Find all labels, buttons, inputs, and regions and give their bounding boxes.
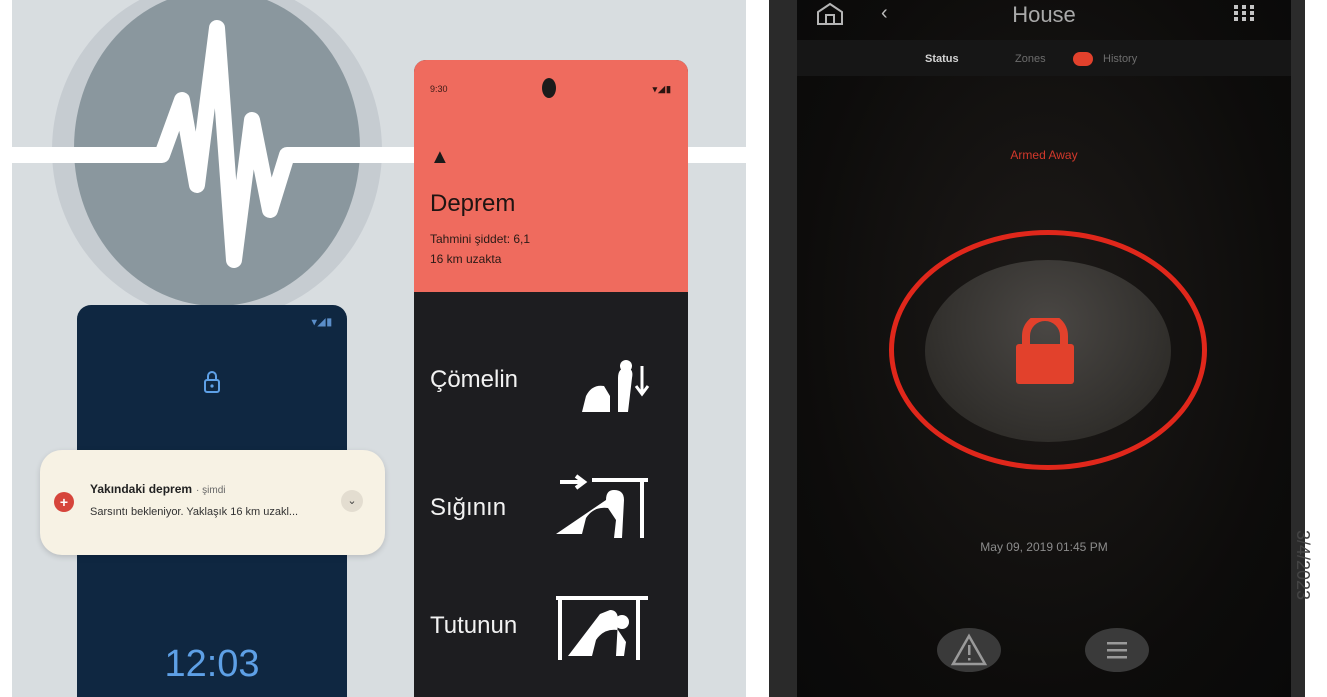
slide-date: 3/4/2023: [1293, 530, 1327, 640]
notification-body: Sarsıntı bekleniyor. Yaklaşık 16 km uzak…: [90, 506, 299, 518]
slide-date-text: 3/4/2023: [1293, 530, 1313, 601]
crouch-icon: [556, 360, 650, 412]
page-title: House: [1012, 2, 1076, 27]
notification-title: Yakındaki deprem: [90, 482, 193, 496]
status-bar-icons: ▾◢▮: [652, 84, 672, 94]
lock-icon: [204, 371, 220, 393]
notification-header: Yakındaki deprem · şimdi: [90, 482, 226, 496]
warning-icon: [950, 633, 988, 666]
front-camera: [542, 78, 556, 98]
security-app-screen: ‹ House Status Zones History Armed Away …: [797, 0, 1291, 697]
notification-time: · şimdi: [196, 485, 226, 496]
tab-zones[interactable]: Zones: [1015, 53, 1046, 65]
tab-history[interactable]: History: [1103, 53, 1137, 65]
tab-status[interactable]: Status: [925, 53, 959, 65]
cover-icon: [556, 474, 648, 538]
alert-distance: 16 km uzakta: [430, 252, 502, 266]
grid-menu-icon[interactable]: [1233, 4, 1255, 22]
zones-alert-badge: [1073, 52, 1093, 66]
functions-button[interactable]: [1085, 628, 1149, 672]
menu-list-icon: [1107, 642, 1127, 659]
tab-bar: Status Zones History: [797, 40, 1291, 76]
earthquake-alert-illustration: ▾◢▮ 12:03 + Yakındaki deprem · şimdi Sars…: [12, 0, 746, 697]
arm-status-text: Armed Away: [1010, 148, 1078, 162]
hold-icon: [556, 596, 648, 660]
emergency-button[interactable]: [937, 628, 1001, 672]
step-cover-label: Sığının: [430, 494, 507, 521]
alert-header: 9:30 ▾◢▮ ▲ Deprem Tahmini şiddet: 6,1 16…: [414, 60, 688, 292]
status-time: 9:30: [430, 84, 448, 94]
earthquake-notification[interactable]: + Yakındaki deprem · şimdi Sarsıntı bekle…: [40, 450, 385, 555]
alert-plus-icon: +: [54, 492, 74, 512]
security-app-phone: ‹ House Status Zones History Armed Away …: [769, 0, 1305, 697]
warning-icon: ▲: [430, 146, 450, 168]
status-bar-icons: ▾◢▮: [311, 317, 333, 328]
earthquake-alert-phone: 9:30 ▾◢▮ ▲ Deprem Tahmini şiddet: 6,1 16…: [414, 60, 688, 697]
expand-chevron-icon[interactable]: ⌄: [341, 490, 363, 512]
lock-icon: [1016, 318, 1074, 384]
alert-magnitude: Tahmini şiddet: 6,1: [430, 232, 531, 246]
lock-screen-clock: 12:03: [164, 643, 260, 685]
step-hold-label: Tutunun: [430, 612, 518, 639]
step-crouch-label: Çömelin: [430, 366, 519, 393]
last-updated-datetime: May 09, 2019 01:45 PM: [980, 540, 1108, 554]
alert-title: Deprem: [430, 190, 516, 217]
